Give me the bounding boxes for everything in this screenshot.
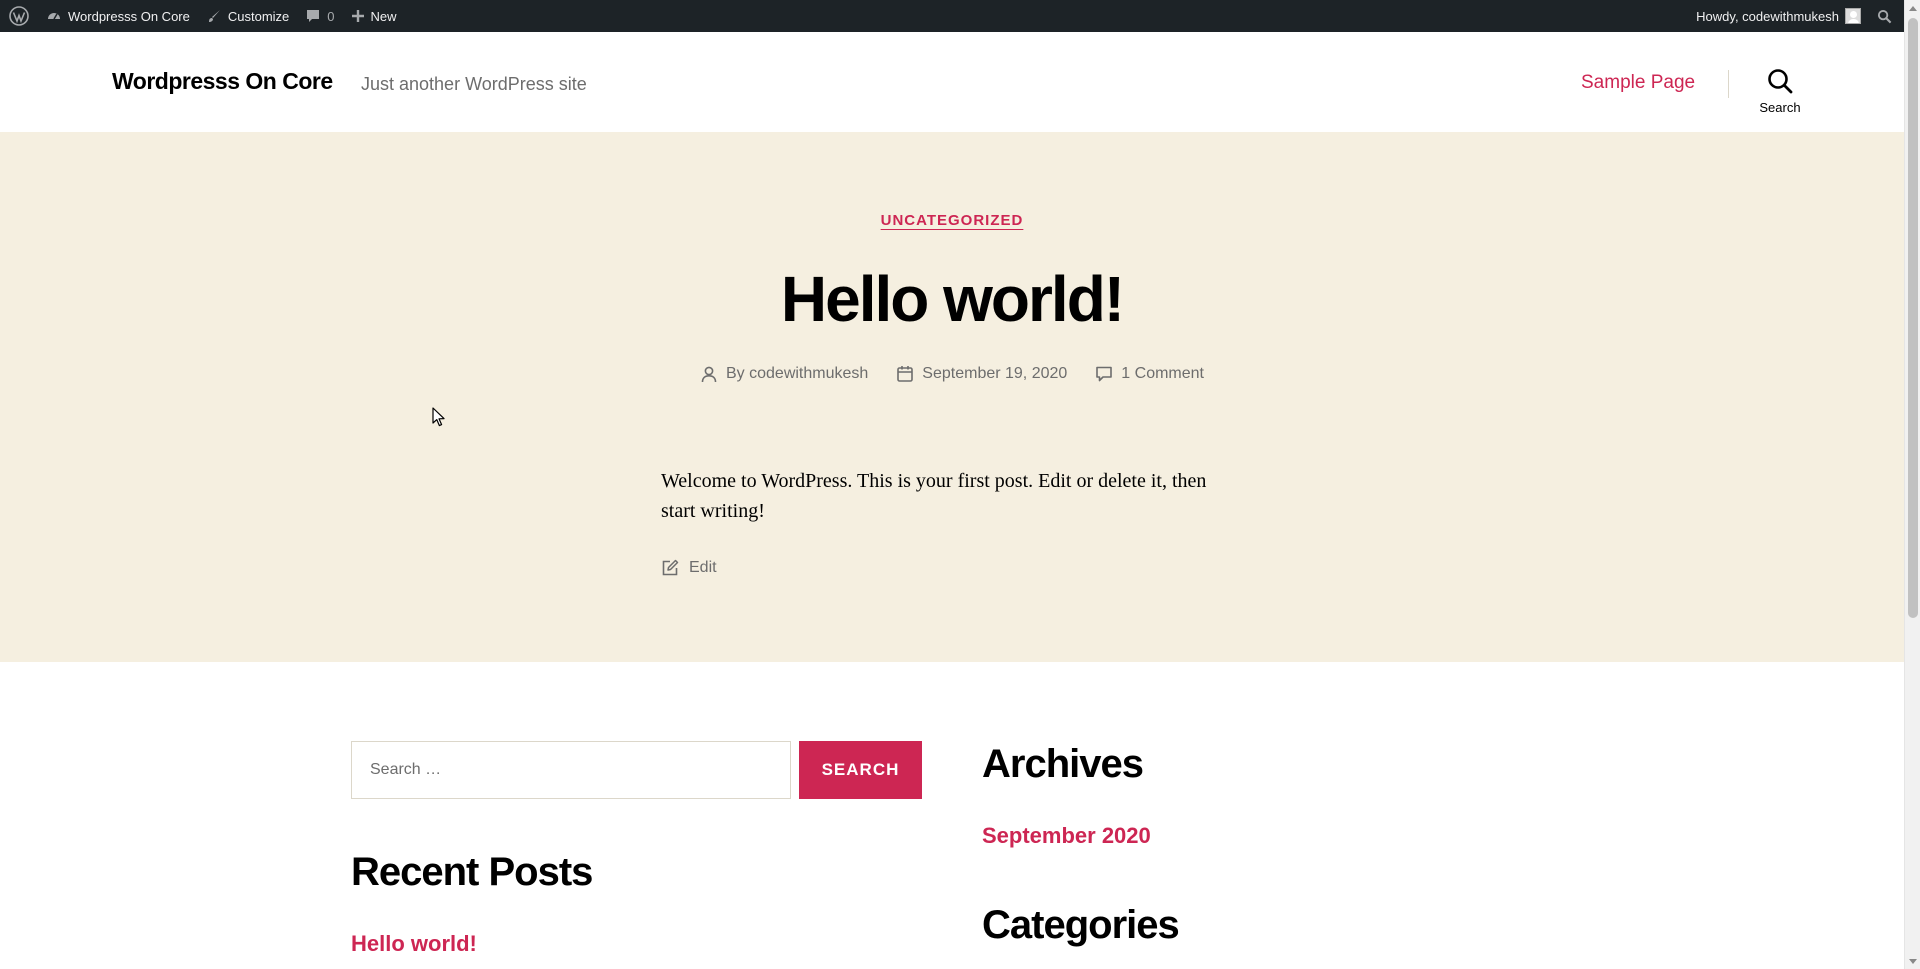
recent-posts-heading: Recent Posts <box>351 850 593 894</box>
site-description: Just another WordPress site <box>361 74 587 94</box>
admin-bar-new-label: New <box>370 8 397 24</box>
search-submit-button[interactable]: SEARCH <box>799 741 922 799</box>
nav-divider <box>1728 70 1729 98</box>
post-author[interactable]: By codewithmukesh <box>700 365 868 383</box>
admin-bar-site-name[interactable]: Wordpresss On Core <box>38 0 198 32</box>
page-scrollbar[interactable] <box>1904 0 1920 969</box>
avatar <box>1845 8 1861 24</box>
post-comments-label: 1 Comment <box>1121 365 1204 382</box>
post-date-label: September 19, 2020 <box>922 365 1068 382</box>
post-meta: By codewithmukesh September 19, 2020 1 C… <box>0 365 1904 383</box>
post-content: Welcome to WordPress. This is your first… <box>661 470 1207 522</box>
archives-heading: Archives <box>982 742 1144 786</box>
comment-bubble-icon <box>307 10 320 22</box>
post-date[interactable]: September 19, 2020 <box>896 365 1067 383</box>
admin-bar-new[interactable]: New <box>343 0 405 32</box>
edit-icon <box>662 559 679 576</box>
admin-bar-search[interactable] <box>1869 0 1896 32</box>
wordpress-icon <box>9 6 29 26</box>
post-comments[interactable]: 1 Comment <box>1095 365 1204 383</box>
plus-icon <box>351 10 364 22</box>
comment-count: 0 <box>327 8 335 24</box>
search-widget: SEARCH <box>351 741 922 799</box>
categories-heading: Categories <box>982 903 1180 947</box>
comment-icon <box>1096 366 1113 382</box>
category-link[interactable]: UNCATEGORIZED <box>881 212 1024 229</box>
scroll-down-arrow-icon[interactable] <box>1905 953 1920 969</box>
site-header: Wordpresss On Core Just another WordPres… <box>0 32 1904 132</box>
edit-label: Edit <box>689 559 717 576</box>
nav-item-sample-page[interactable]: Sample Page <box>1581 72 1695 94</box>
search-input[interactable] <box>351 741 791 799</box>
admin-bar-comments[interactable]: 0 <box>297 0 342 32</box>
wordpress-logo-menu[interactable] <box>0 0 38 32</box>
site-title[interactable]: Wordpresss On Core <box>112 68 333 95</box>
mouse-cursor-icon <box>432 407 445 427</box>
post-header: UNCATEGORIZED Hello world! By codewithmu… <box>0 132 1904 662</box>
admin-bar-customize-label: Customize <box>227 8 290 24</box>
brush-icon <box>208 10 220 22</box>
admin-bar-my-account[interactable]: Howdy, codewithmukesh <box>1688 0 1869 32</box>
search-icon <box>1877 9 1892 23</box>
archive-link[interactable]: September 2020 <box>982 823 1151 849</box>
scrollbar-thumb[interactable] <box>1908 18 1918 618</box>
admin-bar: Wordpresss On Core Customize 0 New Howdy… <box>0 0 1904 32</box>
post-category: UNCATEGORIZED <box>0 212 1904 230</box>
dashboard-icon <box>48 13 60 20</box>
post-title: Hello world! <box>780 263 1125 335</box>
admin-bar-site-label: Wordpresss On Core <box>68 8 190 24</box>
admin-bar-customize[interactable]: Customize <box>198 0 297 32</box>
user-icon <box>701 366 717 383</box>
recent-post-link[interactable]: Hello world! <box>351 931 477 957</box>
howdy-greeting: Howdy, codewithmukesh <box>1696 8 1839 24</box>
scroll-up-arrow-icon[interactable] <box>1905 0 1920 16</box>
search-icon <box>1768 69 1793 94</box>
search-toggle-label: Search <box>1759 100 1801 115</box>
edit-post-link[interactable]: Edit <box>661 559 717 577</box>
calendar-icon <box>897 366 914 382</box>
search-toggle-button[interactable]: Search <box>1752 68 1808 116</box>
post-author-label: By codewithmukesh <box>726 365 869 382</box>
